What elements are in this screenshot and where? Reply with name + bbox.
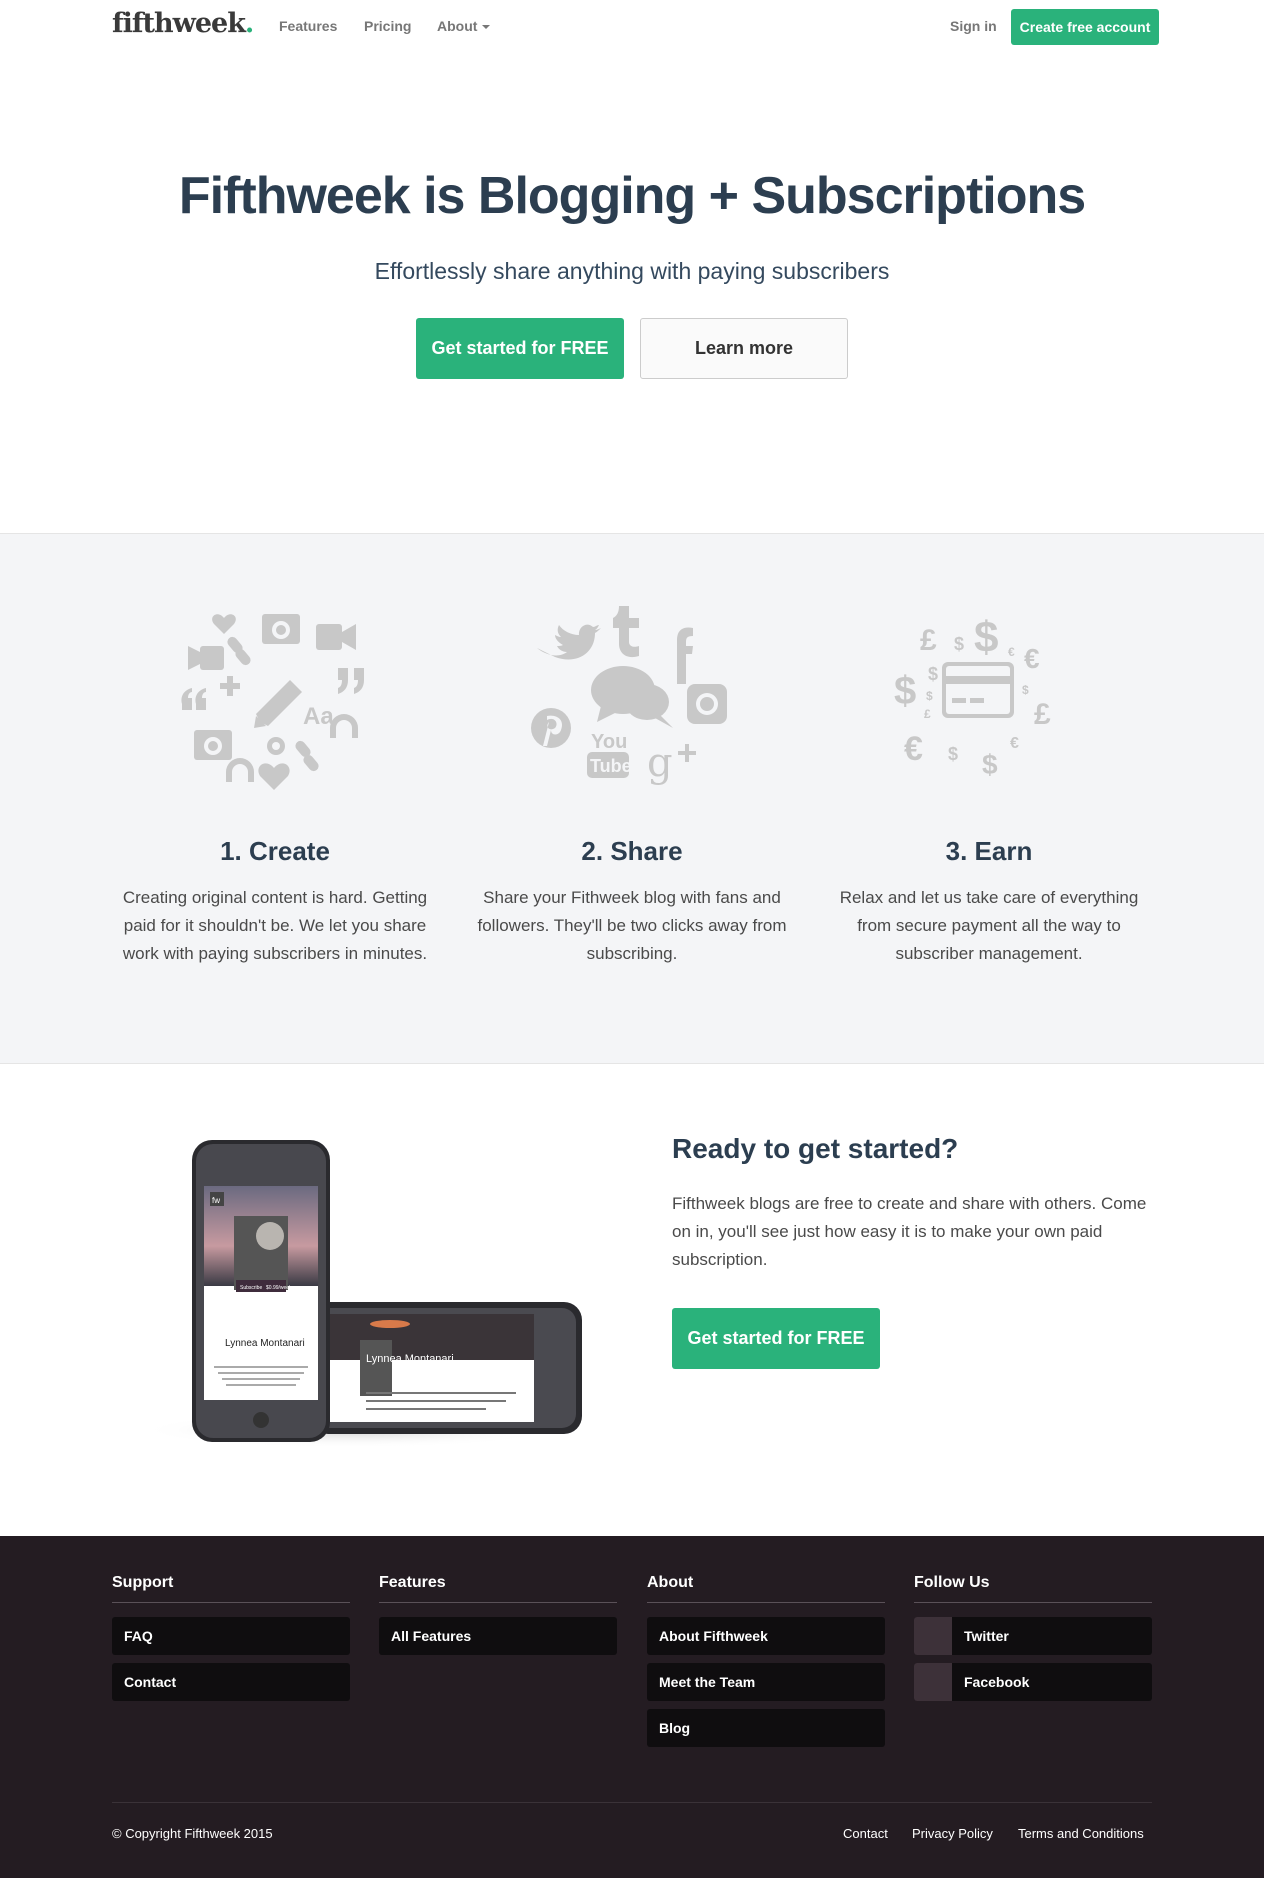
- svg-text:$: $: [928, 664, 938, 684]
- social-networks-icon: You Tube g: [531, 606, 727, 786]
- logo[interactable]: fifthweek.: [112, 8, 254, 39]
- svg-text:€: €: [1024, 643, 1040, 674]
- twitter-icon: [914, 1617, 952, 1655]
- nav-pricing-link[interactable]: Pricing: [364, 18, 411, 34]
- footer-all-features-link[interactable]: All Features: [379, 1617, 617, 1655]
- footer-support-column: Support FAQ Contact: [112, 1574, 350, 1709]
- footer-follow-column: Follow Us Twitter Facebook: [914, 1574, 1152, 1709]
- footer-features-column: Features All Features: [379, 1574, 617, 1663]
- hero-subtitle: Effortlessly share anything with paying …: [374, 258, 890, 284]
- footer-about-fifthweek-link[interactable]: About Fifthweek: [647, 1617, 885, 1655]
- phone-landscape-name: Lynnea Montanari: [366, 1353, 454, 1365]
- learn-more-button[interactable]: Learn more: [640, 318, 848, 379]
- footer-contact-link[interactable]: Contact: [112, 1663, 350, 1701]
- footer-divider: [112, 1802, 1152, 1803]
- svg-text:€: €: [1010, 735, 1019, 752]
- svg-text:€: €: [904, 730, 923, 768]
- cta-get-started-button[interactable]: Get started for FREE: [672, 1308, 880, 1369]
- svg-text:£: £: [1034, 698, 1051, 731]
- svg-text:$: $: [982, 749, 998, 780]
- footer-privacy-link[interactable]: Privacy Policy: [912, 1826, 993, 1841]
- footer-about-heading: About: [647, 1574, 885, 1603]
- feature-earn-text: Relax and let us take care of everything…: [839, 888, 1139, 963]
- svg-text:$: $: [954, 634, 964, 654]
- svg-text:$: $: [926, 689, 933, 703]
- footer-blog-link[interactable]: Blog: [647, 1709, 885, 1747]
- svg-text:Aa: Aa: [303, 703, 334, 730]
- svg-text:$: $: [894, 669, 916, 713]
- caret-down-icon: [482, 25, 491, 30]
- footer-twitter-label: Twitter: [964, 1628, 1009, 1644]
- cta-title: Ready to get started?: [672, 1133, 959, 1164]
- footer-bottom-contact-link[interactable]: Contact: [843, 1826, 888, 1841]
- svg-text:You: You: [591, 731, 627, 753]
- footer-features-heading: Features: [379, 1574, 617, 1603]
- footer-terms-link[interactable]: Terms and Conditions: [1018, 1826, 1144, 1841]
- svg-text:£: £: [924, 707, 931, 721]
- features-section: Aa 1. Create Creating original content i…: [0, 533, 1264, 1064]
- svg-text:$: $: [948, 744, 958, 764]
- phone-portrait-name: Lynnea Montanari: [225, 1338, 305, 1349]
- footer-facebook-link[interactable]: Facebook: [914, 1663, 1152, 1701]
- nav-features-link[interactable]: Features: [279, 18, 337, 34]
- footer-meet-team-link[interactable]: Meet the Team: [647, 1663, 885, 1701]
- footer-follow-heading: Follow Us: [914, 1574, 1152, 1603]
- feature-create-title: 1. Create: [220, 836, 330, 866]
- phone-badge: fw: [212, 1196, 220, 1205]
- feature-create-text: Creating original content is hard. Getti…: [122, 888, 428, 963]
- footer-about-column: About About Fifthweek Meet the Team Blog: [647, 1574, 885, 1755]
- phone-subscribe-label: Subscribe: [240, 1285, 262, 1291]
- currencies-icon: $ £ $ € € $ $ $ £ $ £ € $ $ €: [894, 613, 1051, 780]
- phones-illustration: Lynnea Montanari fw Subscribe $0.99/week…: [140, 1140, 582, 1448]
- svg-text:€: €: [1008, 645, 1015, 659]
- sign-in-link[interactable]: Sign in: [950, 18, 997, 34]
- footer-support-heading: Support: [112, 1574, 350, 1603]
- feature-share-text: Share your Fithweek blog with fans and f…: [477, 888, 787, 963]
- svg-text:$: $: [974, 613, 998, 662]
- svg-text:£: £: [920, 624, 937, 657]
- footer-twitter-link[interactable]: Twitter: [914, 1617, 1152, 1655]
- logo-dot: .: [244, 8, 254, 39]
- svg-text:$: $: [1022, 683, 1029, 697]
- svg-text:Tube: Tube: [590, 756, 632, 776]
- get-started-button[interactable]: Get started for FREE: [416, 318, 624, 379]
- footer-facebook-label: Facebook: [964, 1674, 1030, 1690]
- hero-title: Fifthweek is Blogging + Subscriptions: [178, 167, 1086, 225]
- feature-earn-title: 3. Earn: [945, 836, 1033, 866]
- nav-about-dropdown[interactable]: About: [437, 18, 491, 34]
- create-account-button[interactable]: Create free account: [1011, 9, 1159, 45]
- svg-text:g: g: [647, 740, 673, 786]
- feature-share-title: 2. Share: [581, 836, 683, 866]
- phone-price-label: $0.99/week: [266, 1285, 292, 1291]
- nav-about-label: About: [437, 18, 478, 34]
- logo-text: fifthweek: [112, 8, 246, 39]
- copyright-text: © Copyright Fifthweek 2015: [112, 1826, 273, 1841]
- cta-text: Fifthweek blogs are free to create and s…: [672, 1194, 1147, 1269]
- footer-faq-link[interactable]: FAQ: [112, 1617, 350, 1655]
- top-navbar: fifthweek. Features Pricing About Sign i…: [0, 0, 1264, 54]
- facebook-icon: [914, 1663, 952, 1701]
- content-types-icon: Aa: [181, 614, 364, 790]
